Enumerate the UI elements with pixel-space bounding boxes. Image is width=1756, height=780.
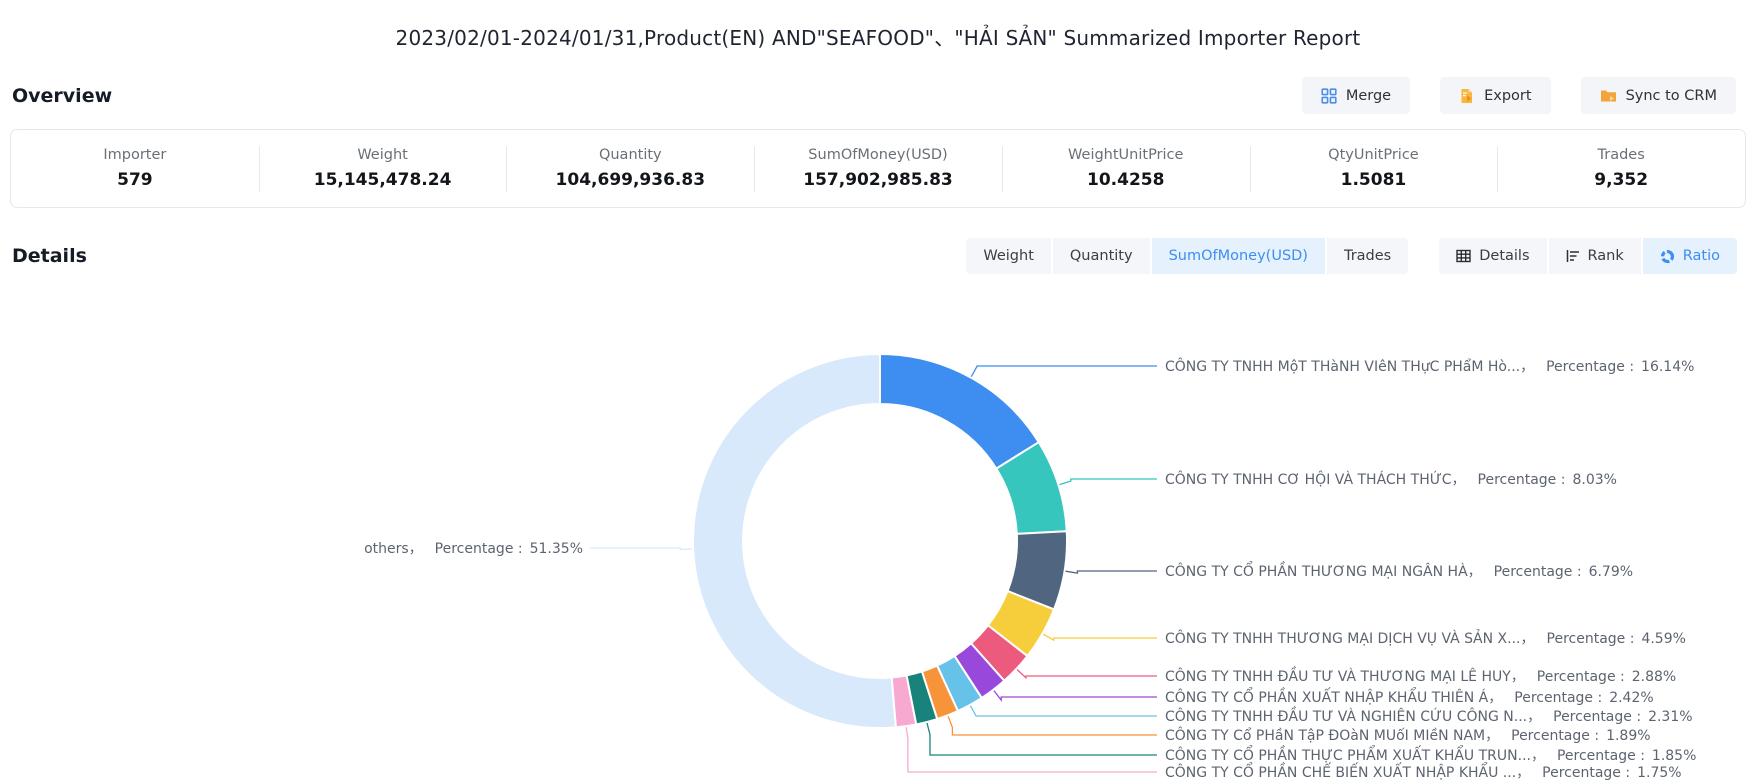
pie-leader-line	[1043, 634, 1157, 640]
pie-leader-line	[1059, 479, 1157, 485]
pie-label-9: CÔNG TY CỔ PHẦN CHẾ BIẾN XUẤT NHẬP KHẨU …	[1165, 762, 1682, 780]
pie-label-1: CÔNG TY TNHH CƠ HỘI VÀ THÁCH THỨC，Percen…	[1165, 469, 1617, 489]
pie-label-2: CÔNG TY CỔ PHẦN THƯƠNG MẠI NGÂN HÀ，Perce…	[1165, 561, 1633, 581]
pie-leader-line	[590, 548, 692, 550]
pie-label-6: CÔNG TY TNHH ĐẦU TƯ VÀ NGHIÊN CỨU CÔNG N…	[1165, 706, 1693, 726]
pie-label-3: CÔNG TY TNHH THƯƠNG MẠI DỊCH VỤ VÀ SẢN X…	[1165, 628, 1686, 648]
importer-report-page: 2023/02/01-2024/01/31,Product(EN) AND"SE…	[0, 0, 1756, 780]
pie-slice[interactable]	[693, 354, 896, 728]
pie-label-7: CÔNG TY Cổ PHầN TậP ĐOàN MUốI MIềN NAM，P…	[1165, 725, 1651, 745]
pie-leader-line	[971, 706, 1158, 717]
pie-label-5: CÔNG TY CỔ PHẦN XUẤT NHẬP KHẨU THIÊN Á，P…	[1165, 687, 1654, 707]
pie-leader-line	[994, 691, 1157, 701]
pie-label-0: CÔNG TY TNHH MộT THàNH VIêN THựC PHẩM Hò…	[1165, 356, 1694, 376]
pie-leader-line	[1017, 670, 1157, 678]
pie-leader-line	[948, 716, 1157, 735]
pie-leader-line	[971, 366, 1157, 377]
pie-leader-line	[906, 727, 1157, 772]
pie-label-others: others，Percentage :51.35%	[364, 538, 583, 558]
pie-leader-line	[927, 723, 1157, 755]
pie-leader-line	[1066, 571, 1157, 573]
pie-slice[interactable]	[880, 354, 1039, 469]
pie-label-4: CÔNG TY TNHH ĐẦU TƯ VÀ THƯƠNG MẠI LÊ HUY…	[1165, 666, 1676, 686]
donut-chart[interactable]	[0, 0, 1756, 780]
